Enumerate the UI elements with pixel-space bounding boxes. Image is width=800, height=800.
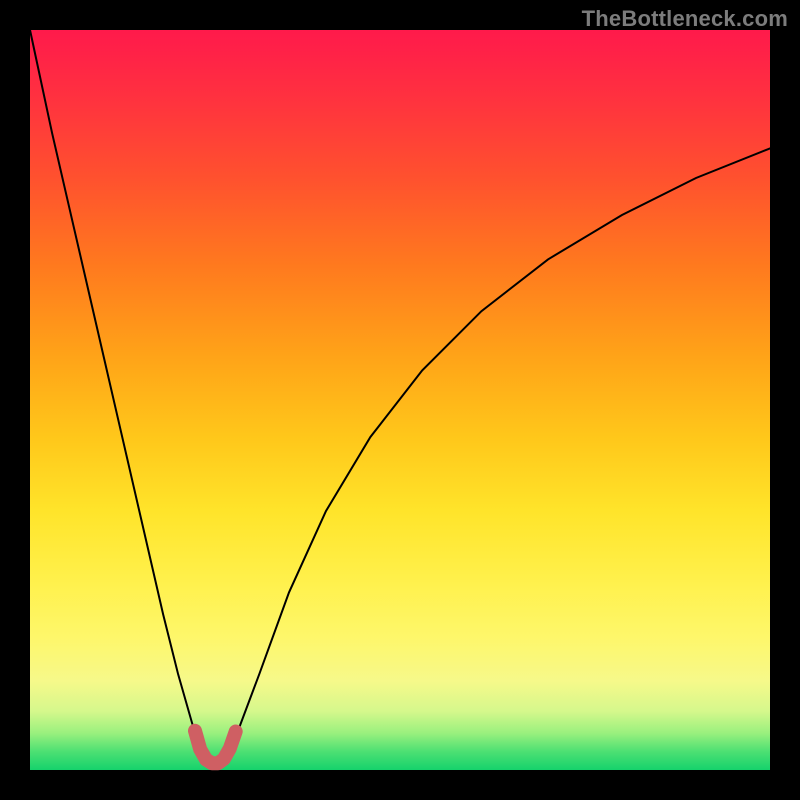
watermark-text: TheBottleneck.com	[582, 6, 788, 32]
bottleneck-curve	[30, 30, 770, 764]
plot-area	[30, 30, 770, 770]
curve-layer	[30, 30, 770, 770]
chart-frame: TheBottleneck.com	[0, 0, 800, 800]
bottleneck-highlight	[195, 731, 236, 764]
